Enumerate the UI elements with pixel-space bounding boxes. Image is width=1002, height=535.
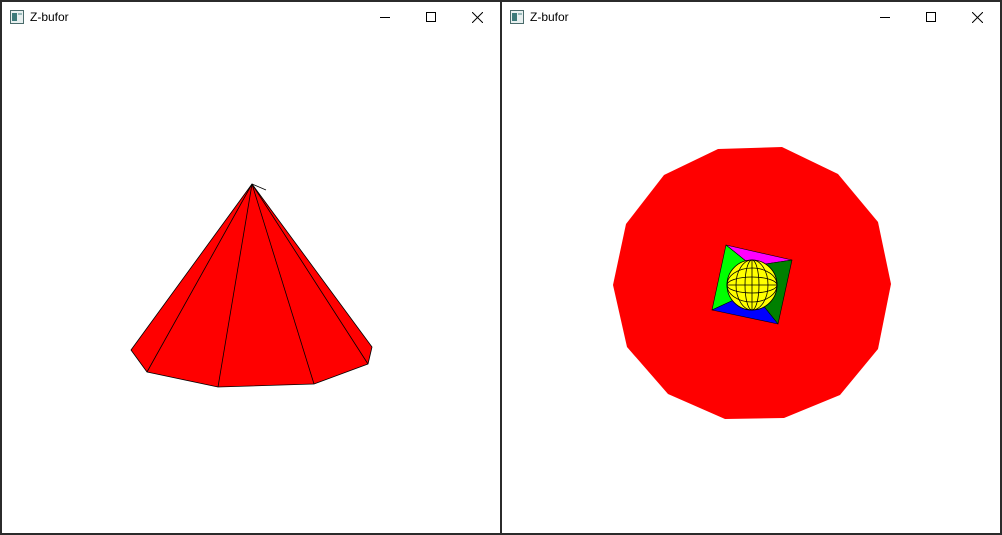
title-bar[interactable]: Z-bufor — [2, 2, 500, 32]
top-view-scene — [613, 147, 891, 419]
title-bar[interactable]: Z-bufor — [502, 2, 1000, 32]
cone — [130, 183, 373, 388]
cone-scene — [130, 183, 373, 388]
render-canvas[interactable] — [2, 32, 500, 533]
render-canvas[interactable] — [502, 32, 1000, 533]
minimize-button[interactable] — [862, 2, 908, 32]
sphere — [726, 259, 778, 311]
minimize-icon — [380, 17, 390, 18]
maximize-icon — [926, 12, 936, 22]
cone-face — [130, 183, 373, 388]
minimize-icon — [880, 17, 890, 18]
window-left: Z-bufor — [0, 0, 502, 535]
window-right: Z-bufor — [500, 0, 1002, 535]
close-icon — [471, 11, 483, 23]
close-button[interactable] — [454, 2, 500, 32]
window-title: Z-bufor — [30, 10, 69, 24]
maximize-button[interactable] — [908, 2, 954, 32]
window-title: Z-bufor — [530, 10, 569, 24]
close-icon — [971, 11, 983, 23]
app-window-icon — [510, 10, 524, 24]
maximize-icon — [426, 12, 436, 22]
app-window-icon — [10, 10, 24, 24]
maximize-button[interactable] — [408, 2, 454, 32]
minimize-button[interactable] — [362, 2, 408, 32]
close-button[interactable] — [954, 2, 1000, 32]
